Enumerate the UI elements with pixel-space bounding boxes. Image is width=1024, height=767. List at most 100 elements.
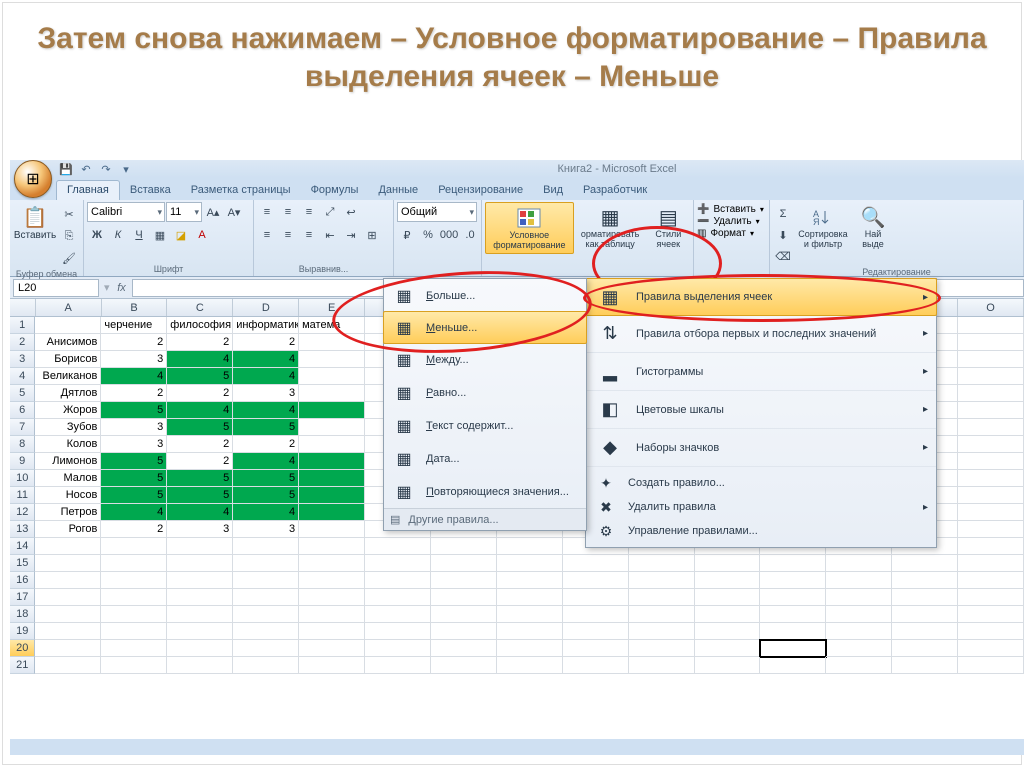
cell[interactable] (167, 623, 233, 640)
cell[interactable] (826, 572, 892, 589)
cell[interactable]: 4 (233, 402, 299, 419)
cell[interactable] (365, 572, 431, 589)
cell[interactable]: 4 (233, 351, 299, 368)
cell[interactable] (892, 640, 958, 657)
cell[interactable] (629, 657, 695, 674)
cell[interactable] (892, 572, 958, 589)
find-select-button[interactable]: 🔍 Най выде (853, 202, 893, 252)
row-head[interactable]: 9 (10, 453, 35, 470)
row-head[interactable]: 1 (10, 317, 35, 334)
cell[interactable] (497, 657, 563, 674)
redo-icon[interactable]: ↷ (98, 161, 114, 177)
cell[interactable] (497, 640, 563, 657)
tab-главная[interactable]: Главная (56, 180, 120, 200)
cell[interactable]: 2 (233, 436, 299, 453)
cell[interactable] (958, 538, 1024, 555)
cell[interactable] (431, 538, 497, 555)
cell[interactable]: 5 (233, 487, 299, 504)
cell[interactable] (497, 623, 563, 640)
col-head-O[interactable]: O (958, 299, 1024, 316)
cell[interactable] (563, 606, 629, 623)
cell[interactable] (958, 385, 1024, 402)
undo-icon[interactable]: ↶ (78, 161, 94, 177)
cell[interactable] (563, 657, 629, 674)
cell[interactable] (299, 402, 365, 419)
fx-icon[interactable]: fx (112, 282, 132, 294)
cell[interactable]: 5 (101, 470, 167, 487)
cell[interactable] (958, 521, 1024, 538)
cf-menu-item[interactable]: ◆Наборы значков▸ (586, 429, 936, 467)
cell[interactable] (431, 606, 497, 623)
number-format-combo[interactable]: Общий (397, 202, 477, 222)
cell[interactable] (497, 606, 563, 623)
cell[interactable] (958, 402, 1024, 419)
tab-данные[interactable]: Данные (368, 181, 428, 200)
cell[interactable]: 5 (167, 419, 233, 436)
cell[interactable] (695, 606, 761, 623)
cell[interactable] (233, 657, 299, 674)
cell[interactable]: 2 (101, 521, 167, 538)
cell[interactable] (497, 555, 563, 572)
cell[interactable] (958, 657, 1024, 674)
cell[interactable] (101, 572, 167, 589)
cell[interactable] (958, 436, 1024, 453)
cell[interactable] (629, 606, 695, 623)
cell[interactable]: 3 (101, 436, 167, 453)
row-head[interactable]: 15 (10, 555, 35, 572)
cell[interactable] (431, 589, 497, 606)
cell[interactable]: философия (167, 317, 233, 334)
clear-icon[interactable]: ⌫ (773, 246, 793, 266)
underline-icon[interactable]: Ч (129, 225, 149, 245)
font-name-combo[interactable]: Calibri (87, 202, 165, 222)
cell[interactable] (233, 606, 299, 623)
cell[interactable] (760, 657, 826, 674)
rule-menu-item[interactable]: ▦Текст содержит... (384, 409, 586, 442)
cell[interactable] (101, 657, 167, 674)
col-head-E[interactable]: E (299, 299, 365, 316)
cell[interactable] (826, 657, 892, 674)
cell[interactable]: Лимонов (35, 453, 101, 470)
cell[interactable] (233, 623, 299, 640)
cell[interactable]: 4 (101, 368, 167, 385)
cell[interactable] (35, 589, 101, 606)
cell[interactable]: 4 (233, 504, 299, 521)
cell[interactable] (695, 589, 761, 606)
cell[interactable] (233, 589, 299, 606)
cell[interactable]: Анисимов (35, 334, 101, 351)
cell[interactable] (695, 640, 761, 657)
cf-menu-footer-item[interactable]: ✦Создать правило... (586, 471, 936, 495)
cell[interactable] (431, 640, 497, 657)
cell[interactable] (101, 606, 167, 623)
cell[interactable]: Зубов (35, 419, 101, 436)
cell[interactable] (695, 623, 761, 640)
cf-menu-item[interactable]: ◧Цветовые шкалы▸ (586, 391, 936, 429)
cell[interactable] (563, 640, 629, 657)
cell-styles-button[interactable]: ▤ Стили ячеек (647, 202, 690, 252)
fill-color-icon[interactable]: ◪ (171, 225, 191, 245)
col-head-C[interactable]: C (167, 299, 233, 316)
select-all-corner[interactable] (10, 299, 36, 316)
cell[interactable]: матема (299, 317, 365, 334)
cell[interactable] (760, 572, 826, 589)
grow-font-icon[interactable]: A▴ (203, 202, 223, 222)
cell[interactable]: 4 (167, 351, 233, 368)
row-head[interactable]: 5 (10, 385, 35, 402)
rule-menu-item[interactable]: ▦Между... (384, 343, 586, 376)
cell[interactable] (35, 640, 101, 657)
cell[interactable] (629, 623, 695, 640)
cell[interactable] (299, 657, 365, 674)
cell[interactable] (958, 555, 1024, 572)
cell[interactable] (299, 487, 365, 504)
row-head[interactable]: 2 (10, 334, 35, 351)
row-head[interactable]: 3 (10, 351, 35, 368)
orientation-icon[interactable]: ⤢ (320, 202, 340, 222)
cell[interactable] (760, 606, 826, 623)
cell[interactable] (167, 589, 233, 606)
tab-рецензирование[interactable]: Рецензирование (428, 181, 533, 200)
col-head-B[interactable]: B (102, 299, 168, 316)
cell[interactable] (760, 640, 826, 657)
tab-вид[interactable]: Вид (533, 181, 573, 200)
cell[interactable] (167, 572, 233, 589)
align-left-icon[interactable]: ≡ (257, 225, 277, 245)
cell[interactable] (299, 589, 365, 606)
